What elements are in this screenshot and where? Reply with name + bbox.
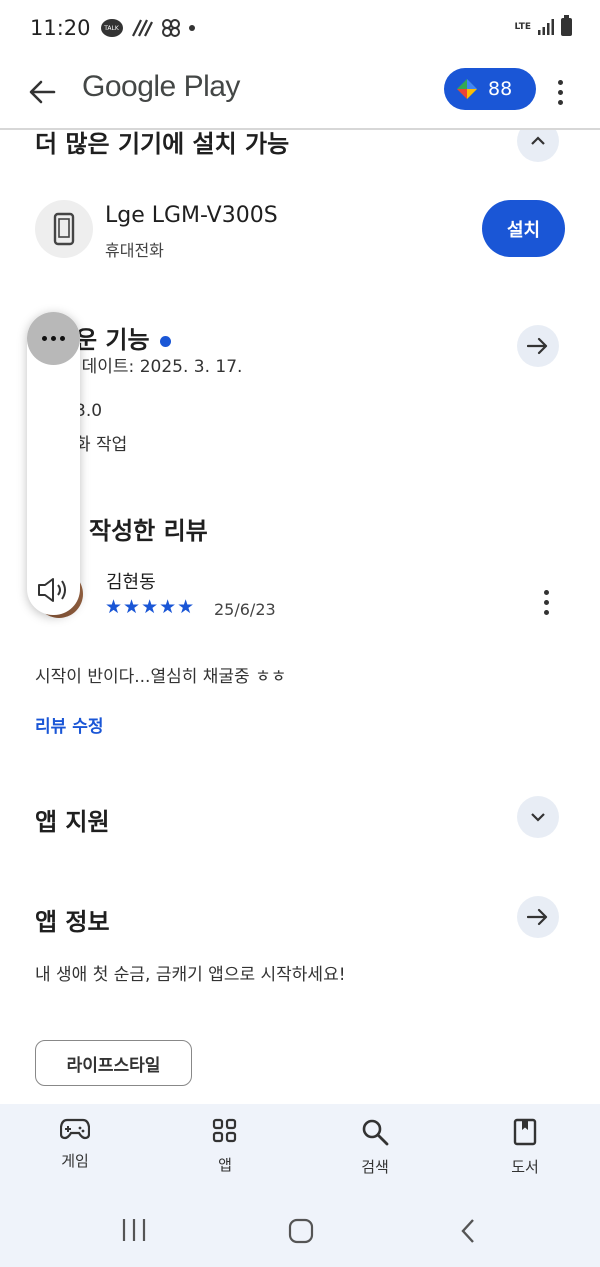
battery-icon (561, 15, 572, 36)
signal-icon (538, 19, 554, 35)
more-dot (557, 79, 563, 85)
play-points-value: 88 (488, 78, 513, 100)
chevron-up-icon (531, 136, 545, 145)
nav-games[interactable]: 게임 (25, 1118, 125, 1188)
app-support-expand-button[interactable] (517, 796, 559, 838)
review-section-title: 작성한 리뷰 (89, 517, 208, 545)
app-details-content[interactable]: 더 많은 기기에 설치 가능 Lge LGM-V300S 휴대전화 설치 운 기… (0, 130, 600, 1104)
bottom-navigation: 게임 앱 검색 도서 (0, 1104, 600, 1197)
kakaotalk-icon: TALK (100, 19, 123, 37)
back-button[interactable] (22, 72, 62, 112)
more-dot (543, 589, 549, 595)
panel-handle[interactable] (27, 312, 80, 365)
system-back-icon (461, 1219, 474, 1243)
nav-apps-label: 앱 (218, 1156, 232, 1174)
home-button[interactable] (287, 1217, 315, 1245)
app-info-arrow-button[interactable] (517, 896, 559, 938)
back-arrow-icon (29, 80, 56, 104)
lte-icon: LTE (514, 21, 531, 32)
stripes-icon (131, 19, 153, 37)
update-date: 업데이트: 2025. 3. 17. (66, 357, 243, 377)
system-back-button[interactable] (458, 1217, 478, 1245)
floating-side-panel[interactable] (27, 312, 80, 615)
edit-review-link[interactable]: 리뷰 수정 (35, 712, 103, 737)
play-points-button[interactable]: 88 (444, 68, 536, 110)
nav-games-label: 게임 (61, 1152, 89, 1170)
handle-dot (60, 336, 65, 341)
status-notification-icons: TALK (100, 18, 195, 38)
app-support-title: 앱 지원 (35, 808, 110, 836)
nav-apps[interactable]: 앱 (175, 1118, 275, 1188)
more-dot (543, 609, 549, 615)
app-title: Google Play (82, 70, 240, 103)
device-type: 휴대전화 (105, 241, 164, 260)
device-section-title: 더 많은 기기에 설치 가능 (35, 130, 290, 158)
more-options-button[interactable] (546, 72, 574, 112)
update-note: 화 작업 (75, 435, 128, 455)
status-time: 11:20 (30, 16, 91, 40)
review-text: 시작이 반이다...열심히 채굴중 ㅎㅎ (35, 667, 287, 687)
more-dot (557, 89, 563, 95)
search-icon (362, 1119, 389, 1146)
volume-button[interactable] (37, 576, 69, 608)
device-name: Lge LGM-V300S (105, 203, 278, 228)
volume-icon (38, 578, 66, 602)
review-more-button[interactable] (534, 585, 558, 619)
home-icon (288, 1218, 314, 1244)
whats-new-arrow-button[interactable] (517, 325, 559, 367)
new-indicator-dot (159, 335, 171, 347)
phone-icon (53, 212, 75, 246)
app-info-title: 앱 정보 (35, 908, 110, 936)
device-icon-container (35, 200, 93, 258)
apps-grid-icon (212, 1118, 237, 1143)
category-chip[interactable]: 라이프스타일 (35, 1040, 192, 1086)
whats-new-title: 운 기능 (75, 320, 171, 355)
more-notifications-dot-icon (188, 25, 195, 31)
top-app-bar: Google Play 88 (0, 56, 600, 130)
book-icon (513, 1118, 537, 1146)
whats-new-title-text: 운 기능 (75, 326, 150, 354)
pinwheel-icon (161, 19, 180, 37)
play-points-diamond-icon (457, 79, 477, 99)
status-system-icons: LTE (514, 15, 572, 36)
more-dot (557, 99, 563, 105)
recent-apps-icon (122, 1219, 146, 1241)
arrow-right-icon (527, 337, 548, 355)
install-button[interactable]: 설치 (482, 200, 565, 257)
nav-books-label: 도서 (511, 1158, 539, 1176)
nav-search[interactable]: 검색 (325, 1118, 425, 1188)
nav-books[interactable]: 도서 (475, 1118, 575, 1188)
recent-apps-button[interactable] (118, 1217, 150, 1243)
app-description: 내 생애 첫 순금, 금캐기 앱으로 시작하세요! (35, 965, 346, 985)
chevron-down-icon (531, 813, 545, 822)
handle-dot (42, 336, 47, 341)
star-rating: ★★★★★ (105, 596, 196, 618)
collapse-devices-button[interactable] (517, 130, 559, 162)
status-bar: 11:20 TALK LTE (0, 0, 600, 56)
system-navigation-bar (0, 1197, 600, 1267)
more-dot (543, 599, 549, 605)
reviewer-name: 김현동 (106, 572, 156, 593)
gamepad-icon (60, 1118, 90, 1140)
review-date: 25/6/23 (214, 600, 276, 619)
arrow-right-icon (527, 908, 548, 926)
handle-dot (51, 336, 56, 341)
nav-search-label: 검색 (361, 1158, 389, 1176)
